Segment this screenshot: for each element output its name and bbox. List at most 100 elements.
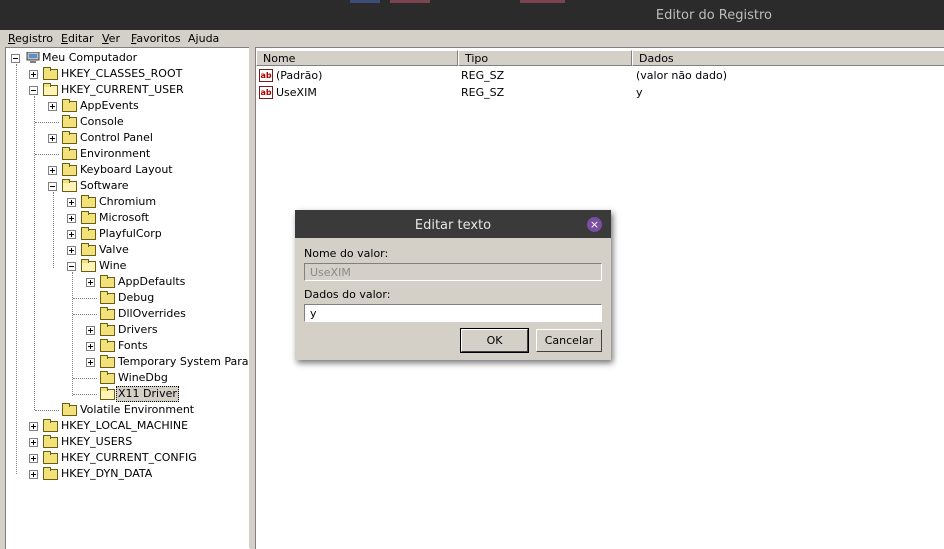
expand-icon[interactable] [67,230,76,239]
tree-node-software[interactable]: Software [6,178,250,194]
ok-button[interactable]: OK [460,328,529,353]
tree-label: AppDefaults [118,275,186,288]
tree-label: Environment [80,147,151,160]
folder-icon [100,307,115,320]
tree-label: Chromium [99,195,157,208]
tree-node-playfulcorp[interactable]: PlayfulCorp [6,226,250,242]
close-icon[interactable]: × [587,217,602,232]
column-header-name[interactable]: Nome [256,50,458,66]
tree-node-keyboard-layout[interactable]: Keyboard Layout [6,162,250,178]
folder-icon [100,291,115,304]
tree-node-drivers[interactable]: Drivers [6,322,250,338]
tree-node-appevents[interactable]: AppEvents [6,98,250,114]
expand-icon[interactable] [67,214,76,223]
string-value-icon: ab [259,86,273,99]
tree-label: HKEY_CLASSES_ROOT [61,67,183,80]
tree-node-appdefaults[interactable]: AppDefaults [6,274,250,290]
tree-line [73,394,97,395]
expand-icon[interactable] [29,438,38,447]
tree-node-wine[interactable]: Wine [6,258,250,274]
tree-node-control-panel[interactable]: Control Panel [6,130,250,146]
tree-node-environment[interactable]: Environment [6,146,250,162]
column-header-type[interactable]: Tipo [458,50,632,66]
tree-node-debug[interactable]: Debug [6,290,250,306]
expand-icon[interactable] [48,134,57,143]
tree-label: Software [80,179,129,192]
tree-label: DllOverrides [118,307,186,320]
folder-icon [100,339,115,352]
tree-node-hkey-current-config[interactable]: HKEY_CURRENT_CONFIG [6,450,250,466]
collapse-icon[interactable] [48,182,57,191]
tree-line [73,314,97,315]
folder-icon [81,227,96,240]
tree-node-root[interactable]: Meu Computador [6,50,250,66]
collapse-icon[interactable] [11,54,20,63]
edit-string-dialog: Editar texto × Nome do valor: Dados do v… [295,210,611,360]
value-type: REG_SZ [461,69,505,82]
tree-node-volatile-environment[interactable]: Volatile Environment [6,402,250,418]
value-name: (Padrão) [276,69,323,82]
expand-icon[interactable] [86,358,95,367]
expand-icon[interactable] [67,198,76,207]
menu-bar: Registro Editar Ver Favoritos Ajuda [0,30,944,47]
tree-label: PlayfulCorp [99,227,162,240]
tree-node-console[interactable]: Console [6,114,250,130]
folder-icon [43,467,58,480]
menu-ver[interactable]: Ver [102,32,120,45]
expand-icon[interactable] [48,102,57,111]
tree-line [73,298,97,299]
menu-registro[interactable]: Registro [8,32,53,45]
expand-icon[interactable] [86,278,95,287]
registry-tree[interactable]: Meu Computador HKEY_CLASSES_ROOT HKEY_CU… [5,47,250,549]
column-header-data[interactable]: Dados [632,50,944,66]
tree-node-dlloverrides[interactable]: DllOverrides [6,306,250,322]
window-titlebar[interactable]: Editor do Registro [0,0,944,30]
tree-node-hkey-dyn-data[interactable]: HKEY_DYN_DATA [6,466,250,482]
tree-label: Valve [99,243,129,256]
tree-node-chromium[interactable]: Chromium [6,194,250,210]
expand-icon[interactable] [29,70,38,79]
tree-label: Control Panel [80,131,153,144]
tree-node-temporary-system-parameters[interactable]: Temporary System Parame [6,354,250,370]
tree-label: HKEY_DYN_DATA [61,467,153,480]
tree-node-hkey-current-user[interactable]: HKEY_CURRENT_USER [6,82,250,98]
folder-icon [62,131,77,144]
tree-node-winedbg[interactable]: WineDbg [6,370,250,386]
string-value-icon: ab [259,69,273,82]
menu-editar[interactable]: Editar [61,32,94,45]
collapse-icon[interactable] [29,86,38,95]
dialog-title: Editar texto [414,218,492,233]
collapse-icon[interactable] [67,262,76,271]
tree-label: HKEY_USERS [61,435,133,448]
tree-label-selected: X11 Driver [116,386,179,402]
list-row[interactable]: ab (Padrão) REG_SZ (valor não dado) [256,67,944,84]
folder-icon [81,243,96,256]
tree-node-hkey-classes-root[interactable]: HKEY_CLASSES_ROOT [6,66,250,82]
folder-icon [43,451,58,464]
value-data-field[interactable] [304,304,602,322]
tree-node-hkey-local-machine[interactable]: HKEY_LOCAL_MACHINE [6,418,250,434]
menu-ajuda[interactable]: Ajuda [188,32,219,45]
tree-node-x11-driver[interactable]: X11 Driver [6,386,250,402]
computer-icon [26,52,40,63]
dialog-titlebar[interactable]: Editar texto × [295,210,611,238]
folder-icon [100,371,115,384]
expand-icon[interactable] [48,166,57,175]
expand-icon[interactable] [67,246,76,255]
list-row[interactable]: ab UseXIM REG_SZ y [256,84,944,101]
tree-node-valve[interactable]: Valve [6,242,250,258]
expand-icon[interactable] [29,470,38,479]
folder-icon [81,195,96,208]
expand-icon[interactable] [29,454,38,463]
expand-icon[interactable] [86,326,95,335]
tree-line [35,154,59,155]
folder-icon [62,115,77,128]
cancel-button[interactable]: Cancelar [536,329,602,352]
tree-node-fonts[interactable]: Fonts [6,338,250,354]
tree-node-microsoft[interactable]: Microsoft [6,210,250,226]
tree-label: Microsoft [99,211,150,224]
menu-favoritos[interactable]: Favoritos [131,32,181,45]
expand-icon[interactable] [29,422,38,431]
tree-node-hkey-users[interactable]: HKEY_USERS [6,434,250,450]
expand-icon[interactable] [86,342,95,351]
